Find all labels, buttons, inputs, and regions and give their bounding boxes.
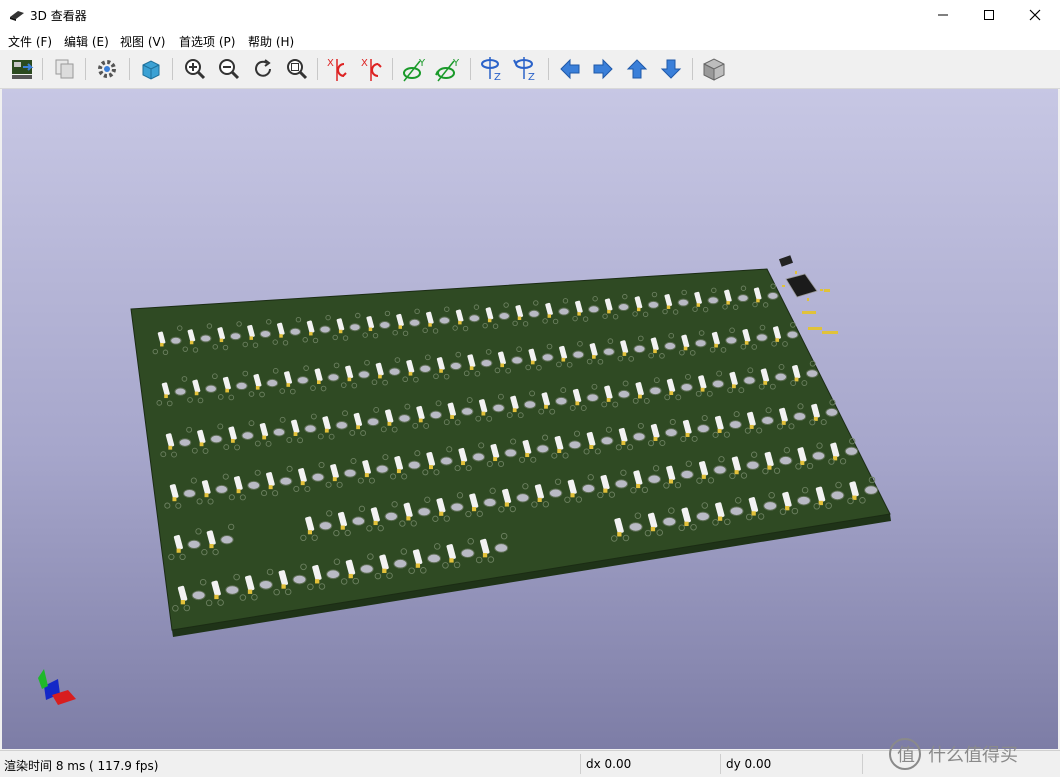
status-separator: [720, 754, 721, 774]
toolbar-separator: [42, 58, 43, 80]
rotate-z-ccw-icon: Z: [513, 57, 535, 83]
title-bar: 3D 查看器: [0, 0, 1060, 30]
menu-help[interactable]: 帮助 (H): [248, 33, 294, 50]
toolbar-separator: [548, 58, 549, 80]
toolbar-separator: [129, 58, 130, 80]
toolbar-separator: [392, 58, 393, 80]
watermark-logo-icon: 值: [889, 738, 921, 770]
orthographic-icon: [703, 58, 725, 81]
move-down-button[interactable]: [657, 55, 685, 83]
svg-text:X: X: [327, 58, 334, 69]
watermark: 值 什么值得买: [888, 737, 1018, 771]
zoom-in-button[interactable]: [181, 55, 209, 83]
svg-text:Y: Y: [418, 58, 426, 69]
rotate-x-cw-icon: X: [327, 58, 347, 81]
copy-image-icon: [55, 59, 74, 79]
rotate-y-cw-button[interactable]: Y: [400, 55, 428, 83]
3d-viewport[interactable]: [2, 89, 1058, 749]
render-mode-button[interactable]: [137, 55, 165, 83]
orthographic-button[interactable]: [700, 55, 728, 83]
render-time-status: 渲染时间 8 ms ( 117.9 fps): [4, 759, 159, 773]
svg-text:Z: Z: [528, 72, 535, 83]
menu-preferences[interactable]: 首选项 (P): [179, 33, 235, 50]
zoom-fit-button[interactable]: [283, 55, 311, 83]
toolbar-separator: [85, 58, 86, 80]
app-icon: [10, 11, 24, 21]
zoom-fit-icon: [287, 59, 308, 80]
settings-gear-icon: [98, 60, 116, 78]
move-down-icon: [660, 59, 682, 79]
menu-file[interactable]: 文件 (F): [8, 33, 52, 50]
pcb-render: [38, 255, 891, 705]
move-right-icon: [593, 58, 613, 80]
close-icon: [1029, 9, 1041, 21]
dy-status: dy 0.00: [726, 757, 772, 771]
svg-text:值: 值: [897, 745, 915, 766]
rotate-x-ccw-button[interactable]: X: [358, 55, 386, 83]
zoom-out-icon: [219, 59, 240, 80]
toolbar: X X Y Y Z Z: [0, 50, 1060, 89]
rotate-x-ccw-icon: X: [361, 58, 382, 81]
axis-gizmo-icon: [38, 669, 76, 705]
toolbar-separator: [317, 58, 318, 80]
maximize-icon: [984, 10, 994, 20]
zoom-out-button[interactable]: [215, 55, 243, 83]
status-separator: [580, 754, 581, 774]
move-up-button[interactable]: [623, 55, 651, 83]
rotate-y-cw-icon: Y: [403, 58, 426, 82]
toolbar-separator: [470, 58, 471, 80]
rotate-y-ccw-icon: Y: [435, 58, 460, 82]
svg-text:X: X: [361, 58, 368, 69]
redraw-button[interactable]: [249, 55, 277, 83]
status-bar: 渲染时间 8 ms ( 117.9 fps) dx 0.00 dy 0.00 值…: [0, 738, 1060, 777]
svg-text:Y: Y: [452, 58, 460, 69]
minimize-button[interactable]: [920, 0, 966, 30]
status-separator: [862, 754, 863, 774]
rotate-y-ccw-button[interactable]: Y: [434, 55, 462, 83]
dx-status: dx 0.00: [586, 757, 632, 771]
move-left-icon: [560, 58, 580, 80]
minimize-icon: [938, 14, 948, 16]
move-up-icon: [626, 59, 648, 79]
move-left-button[interactable]: [556, 55, 584, 83]
move-right-button[interactable]: [589, 55, 617, 83]
svg-text:Z: Z: [494, 72, 501, 83]
window-title: 3D 查看器: [30, 9, 87, 23]
rotate-x-cw-button[interactable]: X: [324, 55, 352, 83]
reload-board-button[interactable]: [8, 55, 36, 83]
render-mode-cube-icon: [142, 60, 160, 80]
watermark-text: 什么值得买: [928, 745, 1018, 766]
redraw-icon: [255, 59, 271, 77]
rotate-z-ccw-button[interactable]: Z: [512, 55, 540, 83]
toolbar-separator: [172, 58, 173, 80]
zoom-in-icon: [185, 59, 206, 80]
reload-board-icon: [12, 60, 34, 79]
menu-edit[interactable]: 编辑 (E): [64, 33, 109, 50]
toolbar-separator: [692, 58, 693, 80]
copy-image-button[interactable]: [51, 55, 79, 83]
menu-bar: 文件 (F) 编辑 (E) 视图 (V) 首选项 (P) 帮助 (H): [0, 30, 1060, 50]
menu-view[interactable]: 视图 (V): [120, 33, 165, 50]
settings-button[interactable]: [93, 55, 121, 83]
close-button[interactable]: [1012, 0, 1058, 30]
rotate-z-cw-button[interactable]: Z: [478, 55, 506, 83]
maximize-button[interactable]: [966, 0, 1012, 30]
rotate-z-cw-icon: Z: [481, 57, 501, 83]
